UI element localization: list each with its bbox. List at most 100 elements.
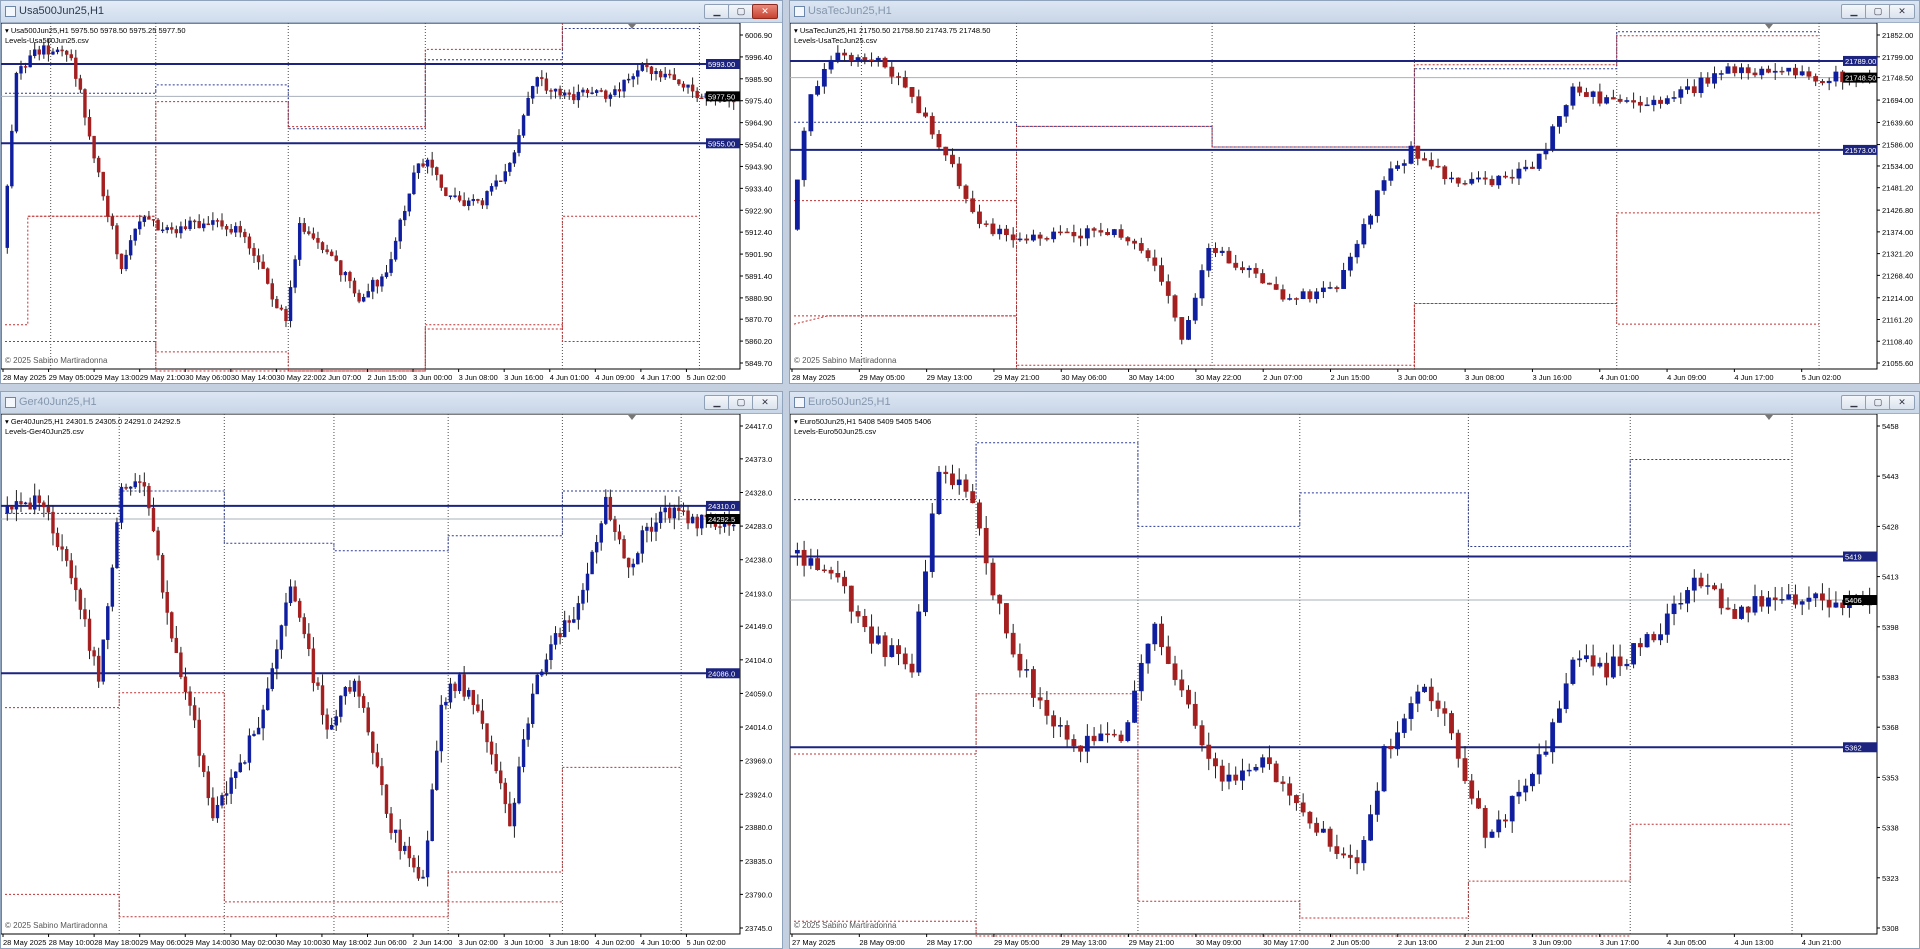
chart-svg[interactable]: ▾ Euro50Jun25,H1 5408 5409 5405 5406Leve… — [790, 414, 1919, 948]
maximize-button[interactable]: ▢ — [728, 395, 754, 410]
x-tick-label: 29 May 06:00 — [140, 938, 185, 947]
y-tick-label: 5922.90 — [745, 206, 772, 215]
y-tick-label: 5891.40 — [745, 272, 772, 281]
chart-window-usatec[interactable]: UsaTecJun25,H1 ▁ ▢ ✕ ▾ UsaTecJun25,H1 21… — [789, 0, 1920, 384]
x-tick-label: 3 Jun 10:00 — [504, 938, 543, 947]
x-tick-label: 3 Jun 16:00 — [1532, 373, 1571, 382]
level-price-label: 24086.0 — [708, 669, 735, 678]
plot-area[interactable] — [1, 23, 741, 370]
x-tick-label: 4 Jun 09:00 — [595, 373, 634, 382]
x-tick-label: 30 May 14:00 — [231, 373, 276, 382]
window-title: UsaTecJun25,H1 — [808, 5, 892, 17]
price-chart[interactable]: ▾ Euro50Jun25,H1 5408 5409 5405 5406 Leve… — [790, 414, 1919, 948]
candle — [1273, 760, 1279, 783]
y-tick-label: 24238.0 — [745, 556, 772, 565]
copyright-text: © 2025 Sabino Martiradonna — [794, 356, 897, 365]
window-titlebar[interactable]: UsaTecJun25,H1 ▁ ▢ ✕ — [790, 1, 1919, 23]
minimize-button[interactable]: ▁ — [704, 4, 730, 19]
x-tick-label: 3 Jun 17:00 — [1600, 938, 1639, 947]
x-tick-label: 2 Jun 07:00 — [322, 373, 361, 382]
price-chart[interactable]: ▾ UsaTecJun25,H1 21750.50 21758.50 21743… — [790, 23, 1919, 383]
candle — [170, 611, 174, 643]
x-tick-label: 5 Jun 02:00 — [686, 938, 725, 947]
chart-svg[interactable]: ▾ Ger40Jun25,H1 24301.5 24305.0 24291.0 … — [1, 414, 782, 948]
price-chart[interactable]: ▾ Usa500Jun25,H1 5975.50 5978.50 5975.25… — [1, 23, 782, 383]
minimize-button[interactable]: ▁ — [1841, 4, 1867, 19]
maximize-button[interactable]: ▢ — [1865, 4, 1891, 19]
y-tick-label: 21748.50 — [1882, 74, 1913, 83]
candle — [882, 56, 888, 69]
level-price-label: 21573.00 — [1845, 146, 1876, 155]
x-tick-label: 4 Jun 01:00 — [550, 373, 589, 382]
price-chart[interactable]: ▾ Ger40Jun25,H1 24301.5 24305.0 24291.0 … — [1, 414, 782, 948]
candle — [498, 180, 503, 183]
window-titlebar[interactable]: Euro50Jun25,H1 ▁ ▢ ✕ — [790, 392, 1919, 414]
x-tick-label: 28 May 09:00 — [859, 938, 904, 947]
candle — [156, 526, 160, 561]
y-tick-label: 24059.0 — [745, 689, 772, 698]
minimize-button[interactable]: ▁ — [1841, 395, 1867, 410]
y-tick-label: 5323 — [1882, 874, 1899, 883]
x-tick-label: 4 Jun 02:00 — [595, 938, 634, 947]
symbol-info: ▾ Euro50Jun25,H1 5408 5409 5405 5406 — [794, 417, 931, 426]
window-title: Usa500Jun25,H1 — [19, 5, 105, 17]
chart-window-usa500[interactable]: Usa500Jun25,H1 ▁ ▢ ✕ ▾ Usa500Jun25,H1 59… — [0, 0, 783, 384]
x-tick-label: 4 Jun 17:00 — [1734, 373, 1773, 382]
y-tick-label: 6006.90 — [745, 31, 772, 40]
y-tick-label: 23924.0 — [745, 790, 772, 799]
plot-area[interactable] — [790, 414, 1878, 935]
y-tick-label: 5870.70 — [745, 315, 772, 324]
chart-svg[interactable]: ▾ UsaTecJun25,H1 21750.50 21758.50 21743… — [790, 23, 1919, 383]
chart-svg[interactable]: ▾ Usa500Jun25,H1 5975.50 5978.50 5975.25… — [1, 23, 782, 383]
y-tick-label: 23880.0 — [745, 823, 772, 832]
y-tick-label: 5413 — [1882, 573, 1899, 582]
window-title: Ger40Jun25,H1 — [19, 396, 97, 408]
y-tick-label: 5338 — [1882, 824, 1899, 833]
y-tick-label: 21481.20 — [1882, 184, 1913, 193]
x-tick-label: 30 May 02:00 — [231, 938, 276, 947]
candle — [115, 223, 119, 260]
window-titlebar[interactable]: Usa500Jun25,H1 ▁ ▢ ✕ — [1, 1, 782, 23]
x-tick-label: 28 May 2025 — [792, 373, 835, 382]
symbol-info: ▾ Usa500Jun25,H1 5975.50 5978.50 5975.25… — [5, 26, 186, 35]
candle — [288, 280, 293, 328]
y-tick-label: 24417.0 — [745, 422, 772, 431]
indicator-label: Levels-Euro50Jun25.csv — [794, 427, 876, 436]
x-tick-label: 29 May 21:00 — [994, 373, 1039, 382]
maximize-button[interactable]: ▢ — [728, 4, 754, 19]
y-tick-label: 21426.80 — [1882, 206, 1913, 215]
x-tick-label: 28 May 10:00 — [49, 938, 94, 947]
candle — [916, 604, 922, 676]
copyright-text: © 2025 Sabino Martiradonna — [5, 921, 108, 930]
maximize-button[interactable]: ▢ — [1865, 395, 1891, 410]
minimize-button[interactable]: ▁ — [704, 395, 730, 410]
close-button[interactable]: ✕ — [1889, 395, 1915, 410]
y-tick-label: 5943.90 — [745, 162, 772, 171]
indicator-label: Levels-UsaTecJun25.csv — [794, 36, 877, 45]
chart-window-euro50[interactable]: Euro50Jun25,H1 ▁ ▢ ✕ ▾ Euro50Jun25,H1 54… — [789, 391, 1920, 949]
candle — [929, 502, 935, 578]
candle — [990, 558, 996, 601]
close-button[interactable]: ✕ — [752, 395, 778, 410]
bid-price-label: 5977.50 — [708, 92, 735, 101]
close-button[interactable]: ✕ — [1889, 4, 1915, 19]
candle — [1739, 605, 1744, 620]
bid-price-label: 24292.5 — [708, 515, 735, 524]
x-tick-label: 4 Jun 13:00 — [1734, 938, 1773, 947]
x-tick-label: 28 May 2025 — [3, 938, 46, 947]
x-tick-label: 5 Jun 02:00 — [1802, 373, 1841, 382]
y-tick-label: 5901.90 — [745, 250, 772, 259]
x-tick-label: 4 Jun 09:00 — [1667, 373, 1706, 382]
x-tick-label: 29 May 13:00 — [94, 373, 139, 382]
candle — [293, 255, 297, 294]
y-tick-label: 5954.40 — [745, 141, 772, 150]
candle — [521, 113, 526, 138]
chart-window-ger40[interactable]: Ger40Jun25,H1 ▁ ▢ ✕ ▾ Ger40Jun25,H1 2430… — [0, 391, 783, 949]
candle — [156, 217, 160, 231]
level-price-label: 24310.0 — [708, 502, 735, 511]
candle — [444, 187, 448, 197]
window-titlebar[interactable]: Ger40Jun25,H1 ▁ ▢ ✕ — [1, 392, 782, 414]
candle — [10, 124, 14, 189]
candle — [101, 639, 105, 685]
close-button[interactable]: ✕ — [752, 4, 778, 19]
